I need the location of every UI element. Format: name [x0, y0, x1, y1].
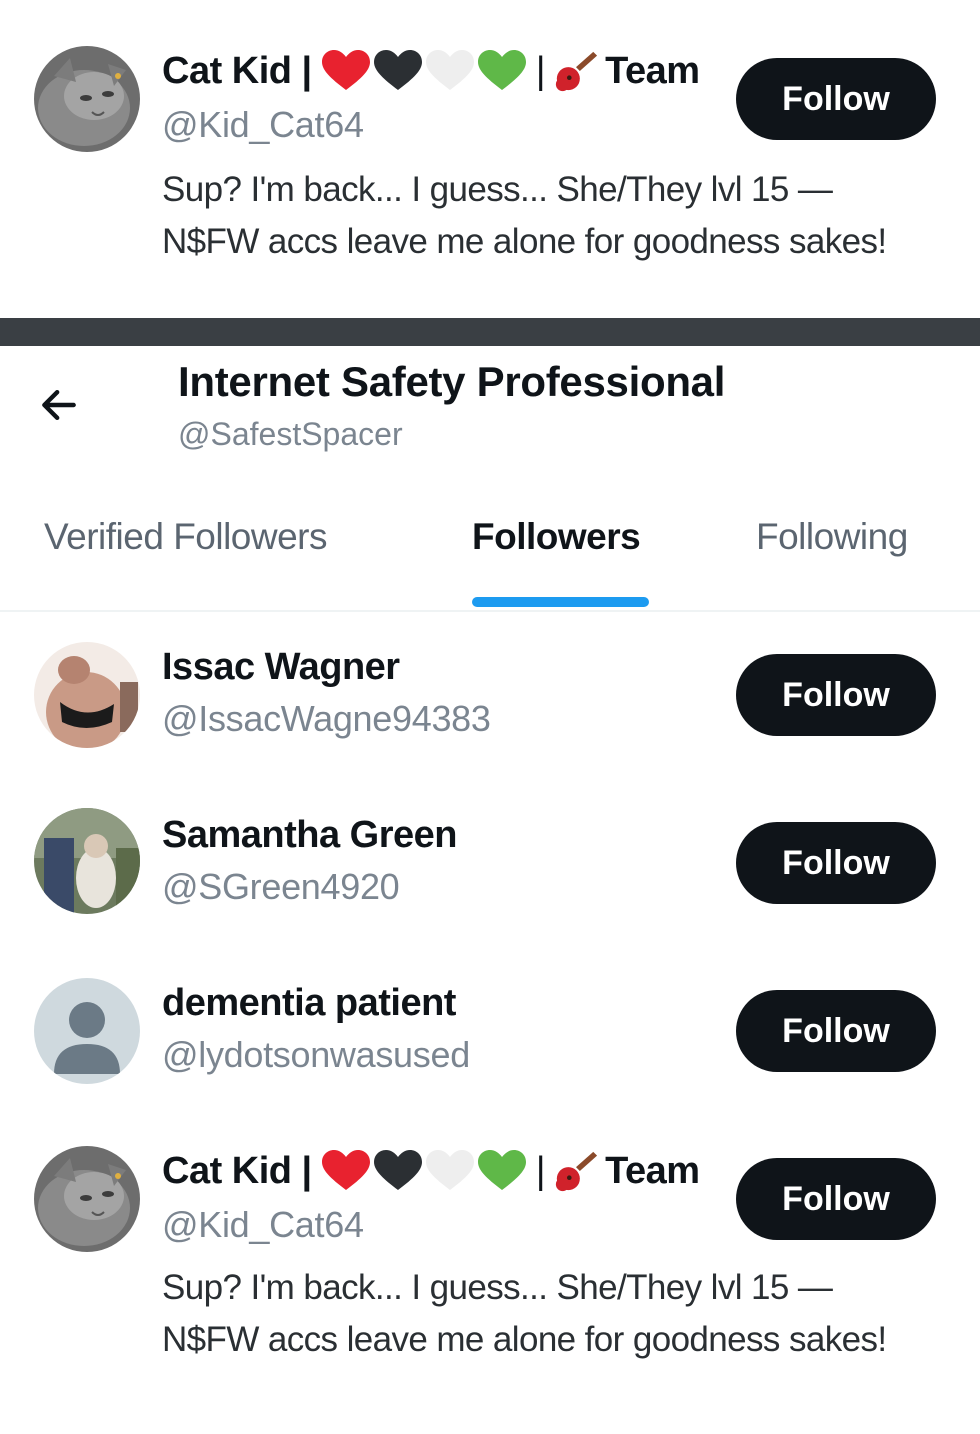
guitar-icon: [553, 48, 599, 94]
tab-verified-followers[interactable]: Verified Followers: [44, 516, 328, 558]
follower-name: dementia patient: [162, 981, 456, 1024]
follower-handle: @IssacWagne94383: [162, 698, 491, 739]
guitar-icon: [553, 1148, 599, 1194]
follower-bio: Sup? I'm back... I guess... She/They lvl…: [162, 1268, 887, 1359]
follower-name: Samantha Green: [162, 813, 458, 856]
cat-avatar[interactable]: [34, 46, 140, 152]
follower-row[interactable]: dementia patient @lydotsonwasused Follow: [0, 958, 980, 1118]
name-separator: |: [535, 49, 546, 92]
follower-row[interactable]: Issac Wagner @IssacWagne94383 Follow: [0, 622, 980, 782]
black-heart-icon: [373, 1150, 422, 1192]
follower-handle: @Kid_Cat64: [162, 1204, 364, 1245]
follow-button[interactable]: Follow: [736, 654, 936, 736]
back-button[interactable]: [34, 380, 84, 430]
follower-handle: @SGreen4920: [162, 866, 400, 907]
photo-avatar[interactable]: [34, 808, 140, 914]
black-heart-icon: [373, 50, 422, 92]
follower-row[interactable]: Samantha Green @SGreen4920 Follow: [0, 790, 980, 950]
name-separator: |: [535, 1149, 546, 1192]
user-name: Cat Kid | | Team: [162, 48, 700, 94]
profile-handle: @SafestSpacer: [178, 416, 403, 452]
follower-name: Issac Wagner: [162, 645, 400, 688]
active-tab-indicator: [472, 597, 649, 607]
follow-button[interactable]: Follow: [736, 990, 936, 1072]
follow-button[interactable]: Follow: [736, 1158, 936, 1240]
photo-avatar[interactable]: [34, 642, 140, 748]
screenshot-divider: [0, 318, 980, 346]
follower-row[interactable]: Cat Kid | | Team @Kid_Cat64 Sup? I'm bac…: [0, 1126, 980, 1426]
tab-following[interactable]: Following: [756, 516, 908, 558]
name-prefix: Cat Kid |: [162, 1149, 312, 1192]
arrow-left-icon: [42, 389, 76, 421]
default-avatar[interactable]: [34, 978, 140, 1084]
follower-handle: @lydotsonwasused: [162, 1034, 470, 1075]
green-heart-icon: [477, 50, 526, 92]
name-suffix: Team: [605, 1149, 700, 1192]
white-heart-icon: [425, 50, 474, 92]
follow-button[interactable]: Follow: [736, 58, 936, 140]
user-cell-cat-kid-top[interactable]: Cat Kid | | Team @Kid_Cat64 Sup? I'm bac…: [0, 0, 980, 318]
user-bio: Sup? I'm back... I guess... She/They lvl…: [162, 170, 887, 261]
user-handle: @Kid_Cat64: [162, 104, 364, 145]
white-heart-icon: [425, 1150, 474, 1192]
follower-name: Cat Kid | | Team: [162, 1148, 700, 1194]
name-prefix: Cat Kid |: [162, 49, 312, 92]
tabs-divider: [0, 610, 980, 612]
tab-followers[interactable]: Followers: [472, 516, 641, 558]
cat-avatar[interactable]: [34, 1146, 140, 1252]
name-suffix: Team: [605, 49, 700, 92]
profile-title: Internet Safety Professional: [178, 358, 726, 405]
green-heart-icon: [477, 1150, 526, 1192]
red-heart-icon: [321, 1150, 370, 1192]
follow-button[interactable]: Follow: [736, 822, 936, 904]
red-heart-icon: [321, 50, 370, 92]
